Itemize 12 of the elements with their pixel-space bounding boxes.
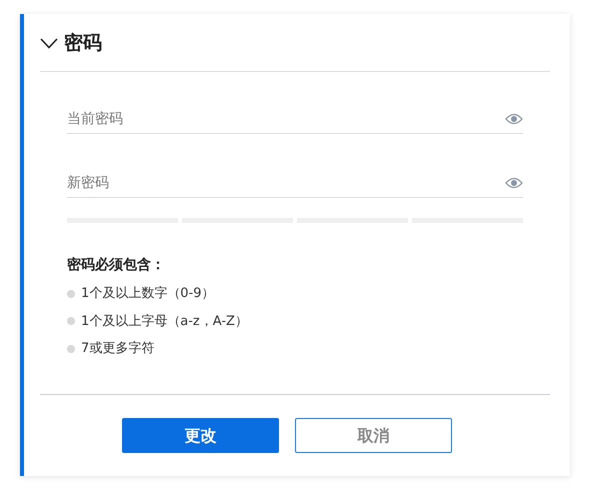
password-field[interactable]: 新密码 (67, 169, 523, 198)
requirement-text: 1个及以上数字（0-9） (81, 285, 215, 303)
requirement-text: 1个及以上字母（a-z，A-Z） (81, 312, 248, 330)
requirements-title: 密码必须包含： (67, 256, 166, 275)
section-title: 密码 (64, 31, 102, 56)
chevron-down-icon[interactable] (40, 38, 58, 49)
eye-icon[interactable] (505, 113, 523, 125)
change-button[interactable]: 更改 (122, 418, 279, 453)
cancel-button[interactable]: 取消 (295, 418, 452, 453)
requirement-text: 7或更多字符 (81, 340, 154, 358)
eye-icon[interactable] (505, 177, 523, 189)
password-field[interactable]: 当前密码 (67, 105, 523, 134)
